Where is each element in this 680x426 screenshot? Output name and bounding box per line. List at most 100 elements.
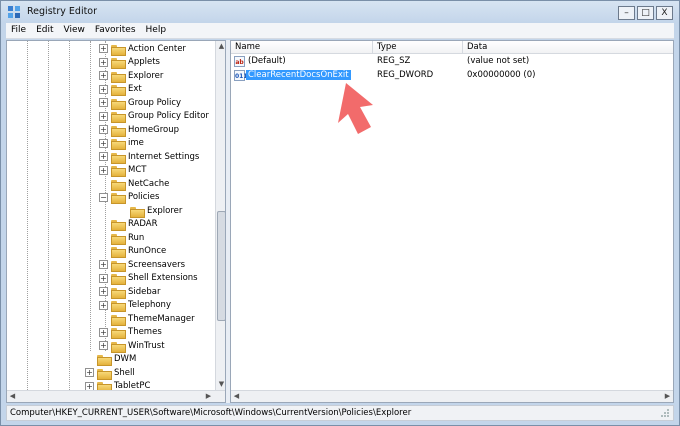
tree-item[interactable]: + ime [99,137,144,150]
expand-icon[interactable]: + [99,273,108,283]
expand-icon[interactable]: + [99,152,108,161]
expand-icon[interactable]: + [99,125,108,134]
tree-item-label: RADAR [128,219,158,229]
tree-item[interactable]: RADAR [99,218,158,231]
tree-item[interactable]: + WinTrust [99,339,165,353]
menu-file[interactable]: File [6,23,31,38]
value-name[interactable]: ClearRecentDocsOnExit [246,70,351,80]
column-header-type[interactable]: Type [373,41,463,54]
annotation-arrow-icon [338,83,373,134]
tree-item[interactable]: + Sidebar [99,285,160,299]
folder-icon [111,327,126,339]
folder-icon [111,111,126,123]
collapse-icon[interactable]: − [99,192,108,202]
list-header: Name Type Data [231,41,673,54]
tree-item[interactable]: NetCache [99,177,170,191]
tree-item[interactable]: + Group Policy Editor [99,110,209,123]
scroll-right-arrow-icon[interactable]: ▶ [203,391,214,402]
value-row[interactable]: ab (Default) REG_SZ (value not set) [231,55,673,69]
expand-icon[interactable]: + [99,165,108,175]
tree-item[interactable]: + Ext [99,83,142,96]
expand-icon[interactable]: + [99,300,108,310]
tree-item[interactable]: + Telephony [99,299,171,312]
scroll-up-arrow-icon[interactable]: ▲ [216,41,225,52]
minimize-button[interactable]: – [618,6,635,20]
folder-icon [111,273,126,285]
expand-icon[interactable]: + [99,71,108,80]
tree-vertical-scrollbar[interactable]: ▲ ▼ [215,41,225,390]
folder-icon [97,368,112,380]
folder-icon [111,314,126,326]
resize-grip-icon[interactable] [660,408,670,418]
tree-item-label: RunOnce [128,246,167,256]
registry-editor-icon [8,6,20,18]
tree-item[interactable]: + Shell Extensions [99,272,198,285]
expand-icon[interactable]: + [99,260,108,269]
expand-icon[interactable]: + [99,44,108,53]
tree-item[interactable]: + Applets [99,56,160,69]
menu-help[interactable]: Help [141,23,172,38]
folder-icon [111,219,126,231]
tree-item[interactable]: RunOnce [99,245,166,258]
tree-item-label: Shell [114,367,135,378]
tree-item[interactable]: + Explorer [99,69,163,83]
menu-edit[interactable]: Edit [31,23,58,38]
expand-icon[interactable]: + [99,327,108,337]
tree-item[interactable]: Run [99,231,145,245]
scroll-left-arrow-icon[interactable]: ◀ [7,391,18,402]
close-button[interactable]: X [656,6,673,20]
tree-item[interactable]: + Themes [99,326,162,339]
values-list-pane[interactable]: Name Type Data ab (Default) REG_SZ (valu… [230,40,674,403]
folder-icon [111,300,126,312]
expand-icon[interactable]: + [99,341,108,350]
expand-icon[interactable]: + [99,84,108,94]
value-type: REG_SZ [377,56,411,66]
tree-horizontal-scrollbar[interactable]: ◀ ▶ [7,390,225,402]
tree-item[interactable]: + Internet Settings [99,150,199,164]
tree-item[interactable]: + Group Policy [99,96,182,110]
key-tree-pane[interactable]: + Action Center + Applets + Explorer + Ext + Grou… [6,40,226,403]
tree-item-label: Run [128,232,145,243]
scroll-down-arrow-icon[interactable]: ▼ [216,379,225,390]
tree-item[interactable]: − Policies [99,191,159,204]
tree-item-label: Group Policy [128,97,182,108]
tree-item[interactable]: + MCT [99,164,146,177]
status-bar: Computer\HKEY_CURRENT_USER\Software\Micr… [6,405,674,421]
tree-item-label: WinTrust [128,340,165,351]
expand-icon[interactable]: + [99,111,108,121]
menu-view[interactable]: View [59,23,90,38]
scroll-right-arrow-icon[interactable]: ▶ [662,391,673,402]
tree-item[interactable]: + Shell [85,366,135,380]
expand-icon[interactable]: + [99,98,108,107]
tree-item[interactable]: Explorer [118,204,182,218]
maximize-button[interactable]: □ [637,6,654,20]
list-horizontal-scrollbar[interactable]: ◀ ▶ [231,390,673,402]
column-header-name[interactable]: Name [231,41,373,54]
tree-item-label: Ext [128,84,142,94]
folder-icon [111,71,126,83]
tree-item[interactable]: ThemeManager [99,312,195,326]
tree-scroll-thumb[interactable] [217,211,225,321]
expand-icon[interactable]: + [99,57,108,67]
folder-icon [111,192,126,204]
expand-icon[interactable]: + [99,287,108,296]
folder-icon [111,84,126,96]
tree-item-label: NetCache [128,178,170,189]
title-bar[interactable]: Registry Editor – □ X [1,1,679,23]
tree-item[interactable]: + Action Center [99,42,186,56]
tree-item-label: Shell Extensions [128,273,198,283]
tree-item[interactable]: + HomeGroup [99,123,179,137]
expand-icon[interactable]: + [99,138,108,148]
status-path: Computer\HKEY_CURRENT_USER\Software\Micr… [10,408,412,418]
folder-icon [111,125,126,137]
menu-favorites[interactable]: Favorites [90,23,141,38]
tree-item[interactable]: DWM [85,353,136,366]
value-row-selected[interactable]: 011 ClearRecentDocsOnExit REG_DWORD 0x00… [231,69,673,83]
tree-item[interactable]: + Screensavers [99,258,185,272]
expand-icon[interactable]: + [85,368,94,377]
tree-item-label: Telephony [128,300,171,310]
column-header-data[interactable]: Data [463,41,673,54]
tree-item-label: MCT [128,165,147,175]
folder-icon [111,98,126,110]
scroll-left-arrow-icon[interactable]: ◀ [231,391,242,402]
